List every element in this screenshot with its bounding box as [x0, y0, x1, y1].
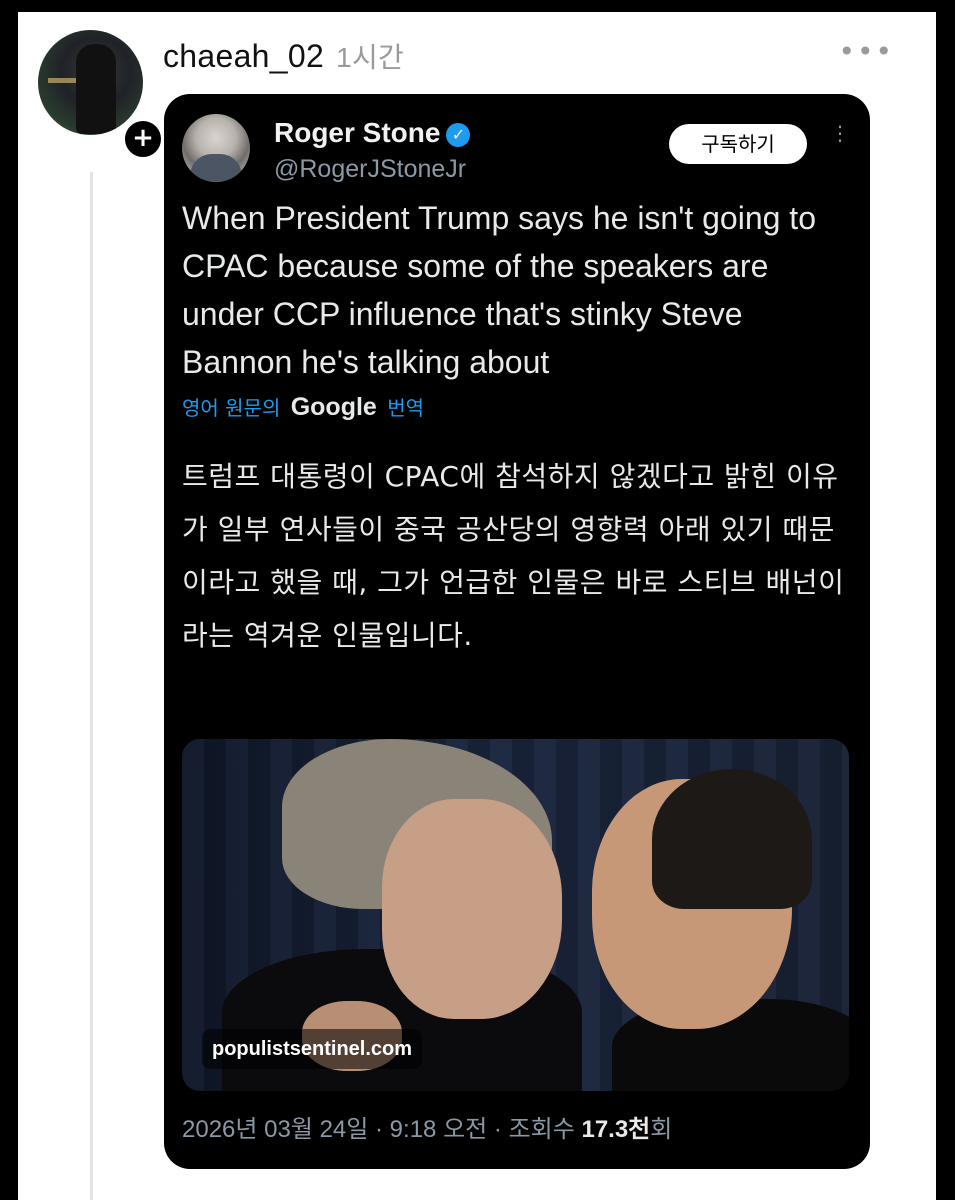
follow-plus-icon[interactable]: + — [122, 118, 164, 160]
tweet-date: 2026년 03월 24일 · 9:18 오전 · 조회수 — [182, 1116, 575, 1143]
media-source-watermark[interactable]: populistsentinel.com — [202, 1029, 423, 1069]
avatar-suit-shape — [190, 154, 242, 182]
tweet-text: When President Trump says he isn't going… — [182, 200, 816, 380]
embedded-tweet-card[interactable]: Roger Stone ✓ @RogerJStoneJr 구독하기 ⋮ When … — [164, 94, 870, 1169]
verified-badge-icon: ✓ — [446, 123, 471, 147]
post-header: chaeah_02 1시간 — [163, 36, 404, 78]
google-logo-text: Google — [290, 393, 377, 421]
view-count-suffix: 회 — [650, 1116, 673, 1143]
user-avatar-wrap[interactable]: + — [38, 30, 164, 160]
more-options-icon[interactable]: ••• — [838, 38, 894, 66]
photo-right-person-hair — [652, 769, 812, 909]
post-time: 1시간 — [336, 42, 405, 73]
photo-left-person-face — [382, 799, 562, 1019]
tweet-author-handle[interactable]: @RogerJStoneJr — [274, 154, 466, 184]
avatar[interactable] — [38, 30, 143, 135]
username[interactable]: chaeah_02 — [163, 38, 324, 74]
view-count[interactable]: 17.3천 — [581, 1116, 650, 1143]
translate-attribution[interactable]: 영어 원문의 Google 번역 — [182, 392, 424, 423]
translate-prefix: 영어 원문의 — [182, 396, 281, 420]
translate-suffix: 번역 — [387, 396, 424, 420]
tweet-more-icon[interactable]: ⋮ — [830, 123, 850, 143]
post-frame: + chaeah_02 1시간 ••• Roger Stone ✓ @RogerJS… — [18, 12, 936, 1200]
tweet-meta-footer: 2026년 03월 24일 · 9:18 오전 · 조회수 17.3천회 — [182, 1114, 672, 1146]
tweet-author-name[interactable]: Roger Stone ✓ — [274, 116, 471, 150]
tweet-author-avatar[interactable] — [182, 114, 250, 182]
subscribe-button[interactable]: 구독하기 — [669, 124, 807, 164]
avatar-background-light — [48, 78, 78, 83]
thread-line — [90, 172, 93, 1200]
tweet-media-image[interactable]: populistsentinel.com — [182, 739, 849, 1091]
translated-text: 트럼프 대통령이 CPAC에 참석하지 않겠다고 밝힌 이유가 일부 연사들이 … — [182, 460, 845, 652]
author-name-text: Roger Stone — [274, 117, 441, 148]
avatar-person-silhouette — [76, 44, 116, 134]
